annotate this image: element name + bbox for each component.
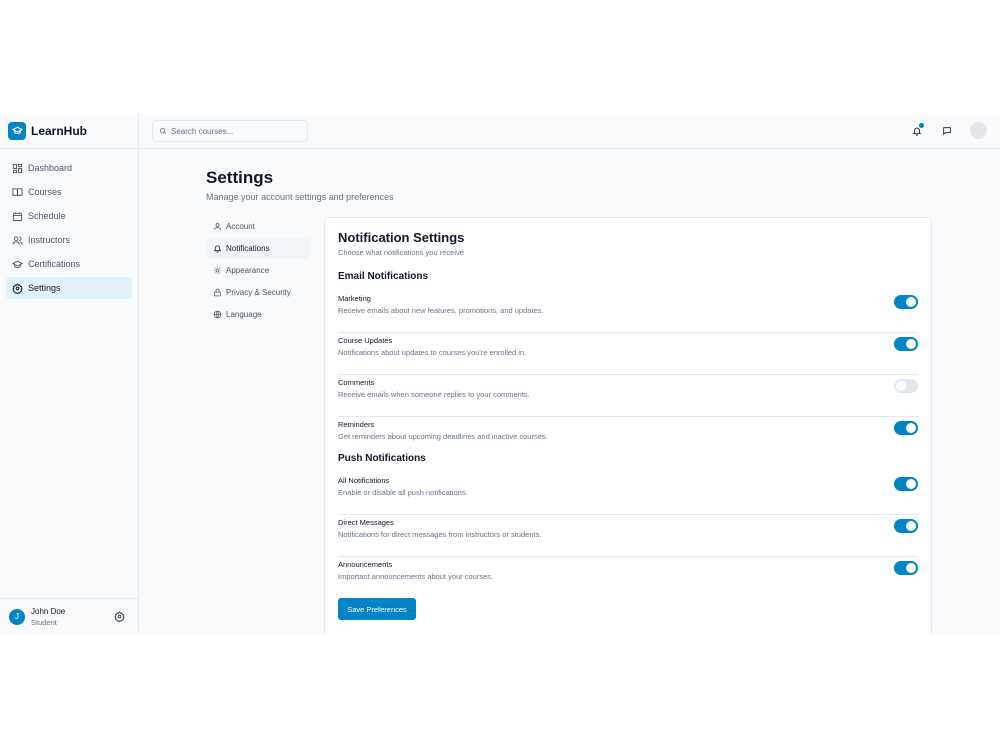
sidebar-item-label: Settings: [28, 283, 61, 293]
setting-title: Course Updates: [338, 336, 393, 345]
sidebar-item-instructors[interactable]: Instructors: [6, 229, 132, 251]
user-role: Student: [31, 617, 57, 627]
settings-tab-account[interactable]: Account: [206, 216, 310, 237]
setting-row-announcements: Announcements Important announcements ab…: [338, 557, 918, 593]
setting-description: Important announcements about your cours…: [338, 572, 494, 581]
page-header: Settings Manage your account settings an…: [206, 168, 394, 202]
setting-row-direct-messages: Direct Messages Notifications for direct…: [338, 515, 918, 557]
sidebar: LearnHub Dashboard Courses Schedule Inst…: [0, 113, 139, 634]
page-subtitle: Manage your account settings and prefere…: [206, 192, 394, 202]
brand[interactable]: LearnHub: [0, 113, 138, 149]
search-box[interactable]: [152, 120, 308, 142]
setting-row-marketing: Marketing Receive emails about new featu…: [338, 291, 918, 333]
settings-tab-label: Appearance: [226, 266, 270, 275]
sidebar-item-settings[interactable]: Settings: [6, 277, 132, 299]
all-notifications-toggle[interactable]: [894, 477, 918, 491]
settings-tab-label: Notifications: [226, 244, 270, 253]
notifications-button[interactable]: [910, 122, 924, 138]
sun-icon: [213, 266, 222, 275]
setting-title: Direct Messages: [338, 518, 394, 527]
settings-tab-label: Account: [226, 222, 255, 231]
page-title: Settings: [206, 168, 274, 187]
marketing-toggle[interactable]: [894, 295, 918, 309]
course-updates-toggle[interactable]: [894, 337, 918, 351]
messages-button[interactable]: [940, 124, 954, 138]
setting-title: Marketing: [338, 294, 371, 303]
setting-row-comments: Comments Receive emails when someone rep…: [338, 375, 918, 417]
users-icon: [12, 235, 23, 245]
sidebar-item-certifications[interactable]: Certifications: [6, 253, 132, 275]
save-preferences-button[interactable]: Save Preferences: [338, 598, 416, 620]
settings-tab-label: Language: [226, 310, 262, 319]
sidebar-item-courses[interactable]: Courses: [6, 181, 132, 203]
settings-tab-appearance[interactable]: Appearance: [206, 260, 310, 281]
notification-dot: [919, 122, 924, 128]
topbar-actions: [894, 122, 987, 139]
settings-tab-privacy[interactable]: Privacy & Security: [206, 282, 310, 303]
setting-title: Announcements: [338, 560, 393, 569]
user-name: John Doe: [31, 606, 66, 616]
setting-title: Comments: [338, 378, 375, 387]
section-title-email: Email Notifications: [338, 271, 429, 282]
brand-name: LearnHub: [31, 123, 88, 138]
gear-icon: [12, 282, 23, 294]
setting-row-all-notifications: All Notifications Enable or disable all …: [338, 473, 918, 515]
setting-title: All Notifications: [338, 476, 390, 485]
graduation-cap-icon: [12, 260, 23, 268]
sidebar-item-label: Dashboard: [28, 163, 73, 173]
settings-tab-language[interactable]: Language: [206, 304, 310, 325]
sidebar-nav: Dashboard Courses Schedule Instructors C…: [0, 149, 138, 309]
sidebar-item-label: Courses: [28, 187, 62, 197]
search-icon: [159, 127, 167, 135]
dashboard-icon: [12, 163, 23, 173]
card-title: Notification Settings: [338, 230, 465, 245]
setting-description: Notifications for direct messages from i…: [338, 530, 542, 539]
announcements-toggle[interactable]: [894, 561, 918, 575]
reminders-toggle[interactable]: [894, 421, 918, 435]
gear-icon[interactable]: [114, 611, 125, 622]
lock-icon: [214, 288, 221, 297]
setting-description: Notifications about updates to courses y…: [338, 348, 527, 357]
graduation-cap-logo-icon: [8, 121, 26, 140]
setting-description: Enable or disable all push notifications…: [338, 488, 468, 497]
setting-description: Get reminders about upcoming deadlines a…: [338, 432, 548, 441]
setting-row-course-updates: Course Updates Notifications about updat…: [338, 333, 918, 375]
globe-icon: [213, 310, 222, 319]
sidebar-item-label: Schedule: [28, 211, 66, 221]
book-icon: [12, 187, 23, 196]
sidebar-item-label: Instructors: [28, 235, 71, 245]
main-content: Settings Manage your account settings an…: [139, 113, 1000, 634]
notification-settings-card: Notification Settings Choose what notifi…: [324, 217, 932, 634]
bell-icon: [213, 245, 222, 253]
sidebar-item-dashboard[interactable]: Dashboard: [6, 157, 132, 179]
setting-description: Receive emails about new features, promo…: [338, 306, 544, 315]
settings-tab-notifications[interactable]: Notifications: [206, 238, 310, 259]
search-input[interactable]: [171, 126, 301, 136]
message-icon: [943, 126, 951, 135]
settings-tab-label: Privacy & Security: [226, 288, 291, 297]
sidebar-item-schedule[interactable]: Schedule: [6, 205, 132, 227]
app-window: LearnHub Dashboard Courses Schedule Inst…: [0, 113, 1000, 634]
comments-toggle[interactable]: [894, 379, 918, 393]
avatar[interactable]: [970, 122, 987, 139]
avatar: J: [9, 608, 25, 625]
settings-nav: Account Notifications Appearance Privacy…: [206, 216, 310, 326]
topbar: [139, 113, 1000, 149]
direct-messages-toggle[interactable]: [894, 519, 918, 533]
card-subtitle: Choose what notifications you receive: [338, 248, 464, 257]
setting-title: Reminders: [338, 420, 375, 429]
calendar-icon: [12, 211, 23, 221]
user-info: John Doe Student: [31, 606, 65, 628]
user-profile[interactable]: J John Doe Student: [0, 598, 139, 634]
setting-row-reminders: Reminders Get reminders about upcoming d…: [338, 417, 918, 459]
sidebar-item-label: Certifications: [28, 259, 81, 269]
setting-description: Receive emails when someone replies to y…: [338, 390, 530, 399]
user-icon: [214, 223, 221, 230]
